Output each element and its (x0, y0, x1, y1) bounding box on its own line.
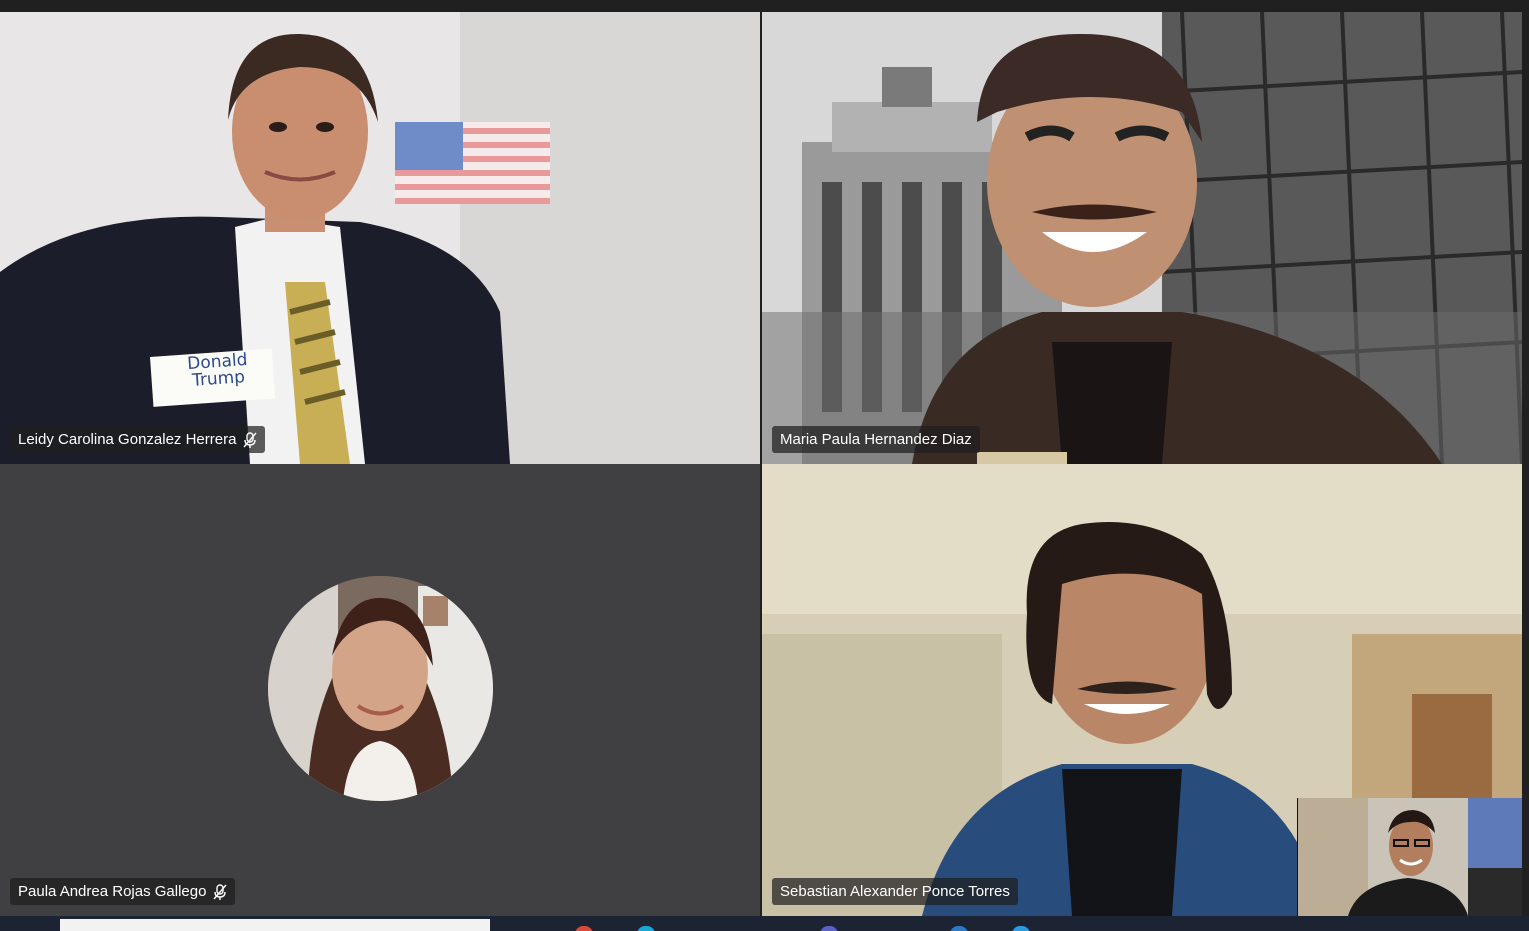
teams-icon[interactable] (820, 926, 838, 931)
participant-name-label: Leidy Carolina Gonzalez Herrera (10, 426, 266, 453)
participant-name-label: Maria Paula Hernandez Diaz (772, 426, 980, 453)
video-tile-paula-andrea[interactable]: Paula Andrea Rojas Gallego (0, 464, 760, 916)
video-tile-maria-paula[interactable]: Maria Paula Hernandez Diaz (762, 12, 1522, 464)
avatar-photo (268, 576, 493, 801)
taskbar-search-box[interactable] (60, 919, 490, 931)
video-tile-leidy[interactable]: Donald Trump Leidy Carolina Gonzalez Her… (0, 12, 760, 464)
avatar (268, 576, 493, 801)
mic-off-icon (213, 883, 228, 900)
chrome-icon[interactable] (575, 926, 593, 931)
self-view-video[interactable] (1297, 798, 1523, 916)
us-flag (395, 122, 550, 204)
participant-name-label: Sebastian Alexander Ponce Torres (772, 878, 1018, 905)
participant-video (762, 12, 1522, 464)
name-tag-text: Donald Trump (186, 349, 249, 391)
edge-icon[interactable] (637, 926, 655, 931)
participant-video (0, 12, 760, 464)
participant-name: Leidy Carolina Gonzalez Herrera (18, 431, 237, 448)
participant-name-label: Paula Andrea Rojas Gallego (10, 878, 236, 905)
window-top-bar (0, 0, 1529, 12)
participant-name: Paula Andrea Rojas Gallego (18, 883, 207, 900)
mail-icon[interactable] (1012, 926, 1030, 931)
participant-name: Maria Paula Hernandez Diaz (780, 431, 972, 448)
window-edge (1522, 0, 1529, 931)
folder-icon[interactable] (950, 926, 968, 931)
self-view-feed (1298, 798, 1523, 916)
participant-name: Sebastian Alexander Ponce Torres (780, 883, 1010, 900)
taskbar (0, 916, 1529, 931)
mic-off-icon (243, 431, 257, 448)
meeting-window: Donald Trump Leidy Carolina Gonzalez Her… (0, 0, 1529, 931)
